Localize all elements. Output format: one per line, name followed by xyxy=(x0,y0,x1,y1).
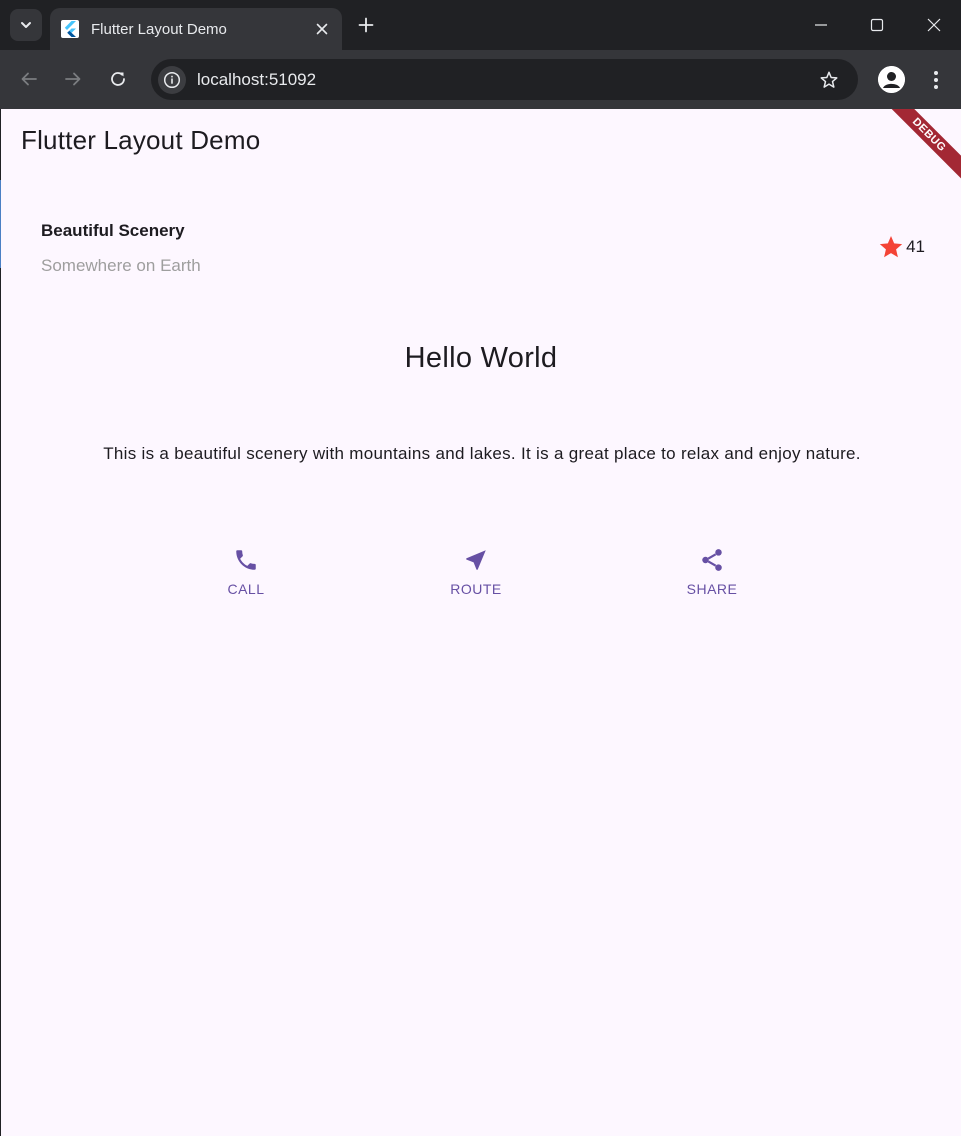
share-icon xyxy=(702,549,722,571)
profile-button[interactable] xyxy=(878,66,905,93)
reload-button[interactable] xyxy=(105,66,131,92)
scene-name: Beautiful Scenery xyxy=(41,221,185,240)
heading: Hello World xyxy=(404,342,558,374)
browser-menu-button[interactable] xyxy=(926,66,946,93)
info-icon xyxy=(163,71,181,88)
description: This is a beautiful scenery with mountai… xyxy=(103,444,861,463)
call-label: CALL xyxy=(227,581,265,597)
flutter-logo-icon xyxy=(61,20,79,38)
route-label: ROUTE xyxy=(450,581,502,597)
call-button[interactable]: CALL xyxy=(191,547,301,597)
near-me-icon xyxy=(466,550,486,570)
rating-count: 41 xyxy=(906,237,925,256)
tab-title: Flutter Layout Demo xyxy=(91,20,227,38)
route-button[interactable]: ROUTE xyxy=(421,547,531,597)
app-page: Flutter Layout Demo DEBUG Beautiful Scen… xyxy=(1,109,961,1136)
tab-search-button[interactable] xyxy=(10,9,42,41)
address-bar[interactable]: localhost:51092 xyxy=(151,59,858,100)
bookmark-button[interactable] xyxy=(816,67,842,93)
close-icon xyxy=(316,23,328,35)
window-edge-highlight xyxy=(0,180,1,268)
more-vert-icon xyxy=(934,70,938,89)
url-text[interactable]: localhost:51092 xyxy=(197,70,816,90)
plus-icon xyxy=(358,17,374,33)
title-section: Beautiful Scenery Somewhere on Earth 41 xyxy=(41,219,925,283)
arrow-left-icon xyxy=(21,72,37,86)
forward-button[interactable] xyxy=(60,66,86,92)
close-icon xyxy=(927,18,941,32)
minimize-icon xyxy=(815,24,827,26)
minimize-button[interactable] xyxy=(806,10,836,40)
rating: 41 xyxy=(878,234,925,260)
maximize-icon xyxy=(870,18,884,32)
tab-close-button[interactable] xyxy=(310,17,334,41)
share-button[interactable]: SHARE xyxy=(657,547,767,597)
window-close-button[interactable] xyxy=(919,10,949,40)
browser-tab[interactable]: Flutter Layout Demo xyxy=(50,8,342,50)
new-tab-button[interactable] xyxy=(354,13,378,37)
reload-icon xyxy=(111,72,125,86)
scene-location: Somewhere on Earth xyxy=(41,256,201,275)
share-label: SHARE xyxy=(686,581,738,597)
account-icon xyxy=(878,66,905,93)
maximize-button[interactable] xyxy=(862,10,892,40)
star-icon xyxy=(879,235,903,258)
browser-toolbar: localhost:51092 xyxy=(0,50,961,109)
star-outline-icon xyxy=(820,71,838,88)
site-info-button[interactable] xyxy=(158,65,186,94)
back-button[interactable] xyxy=(16,66,42,92)
browser-tabstrip: Flutter Layout Demo xyxy=(0,0,961,50)
arrow-right-icon xyxy=(65,72,81,86)
app-title: Flutter Layout Demo xyxy=(21,125,261,155)
phone-icon xyxy=(236,550,256,570)
chevron-down-icon xyxy=(21,22,31,28)
debug-banner: DEBUG xyxy=(880,109,961,184)
